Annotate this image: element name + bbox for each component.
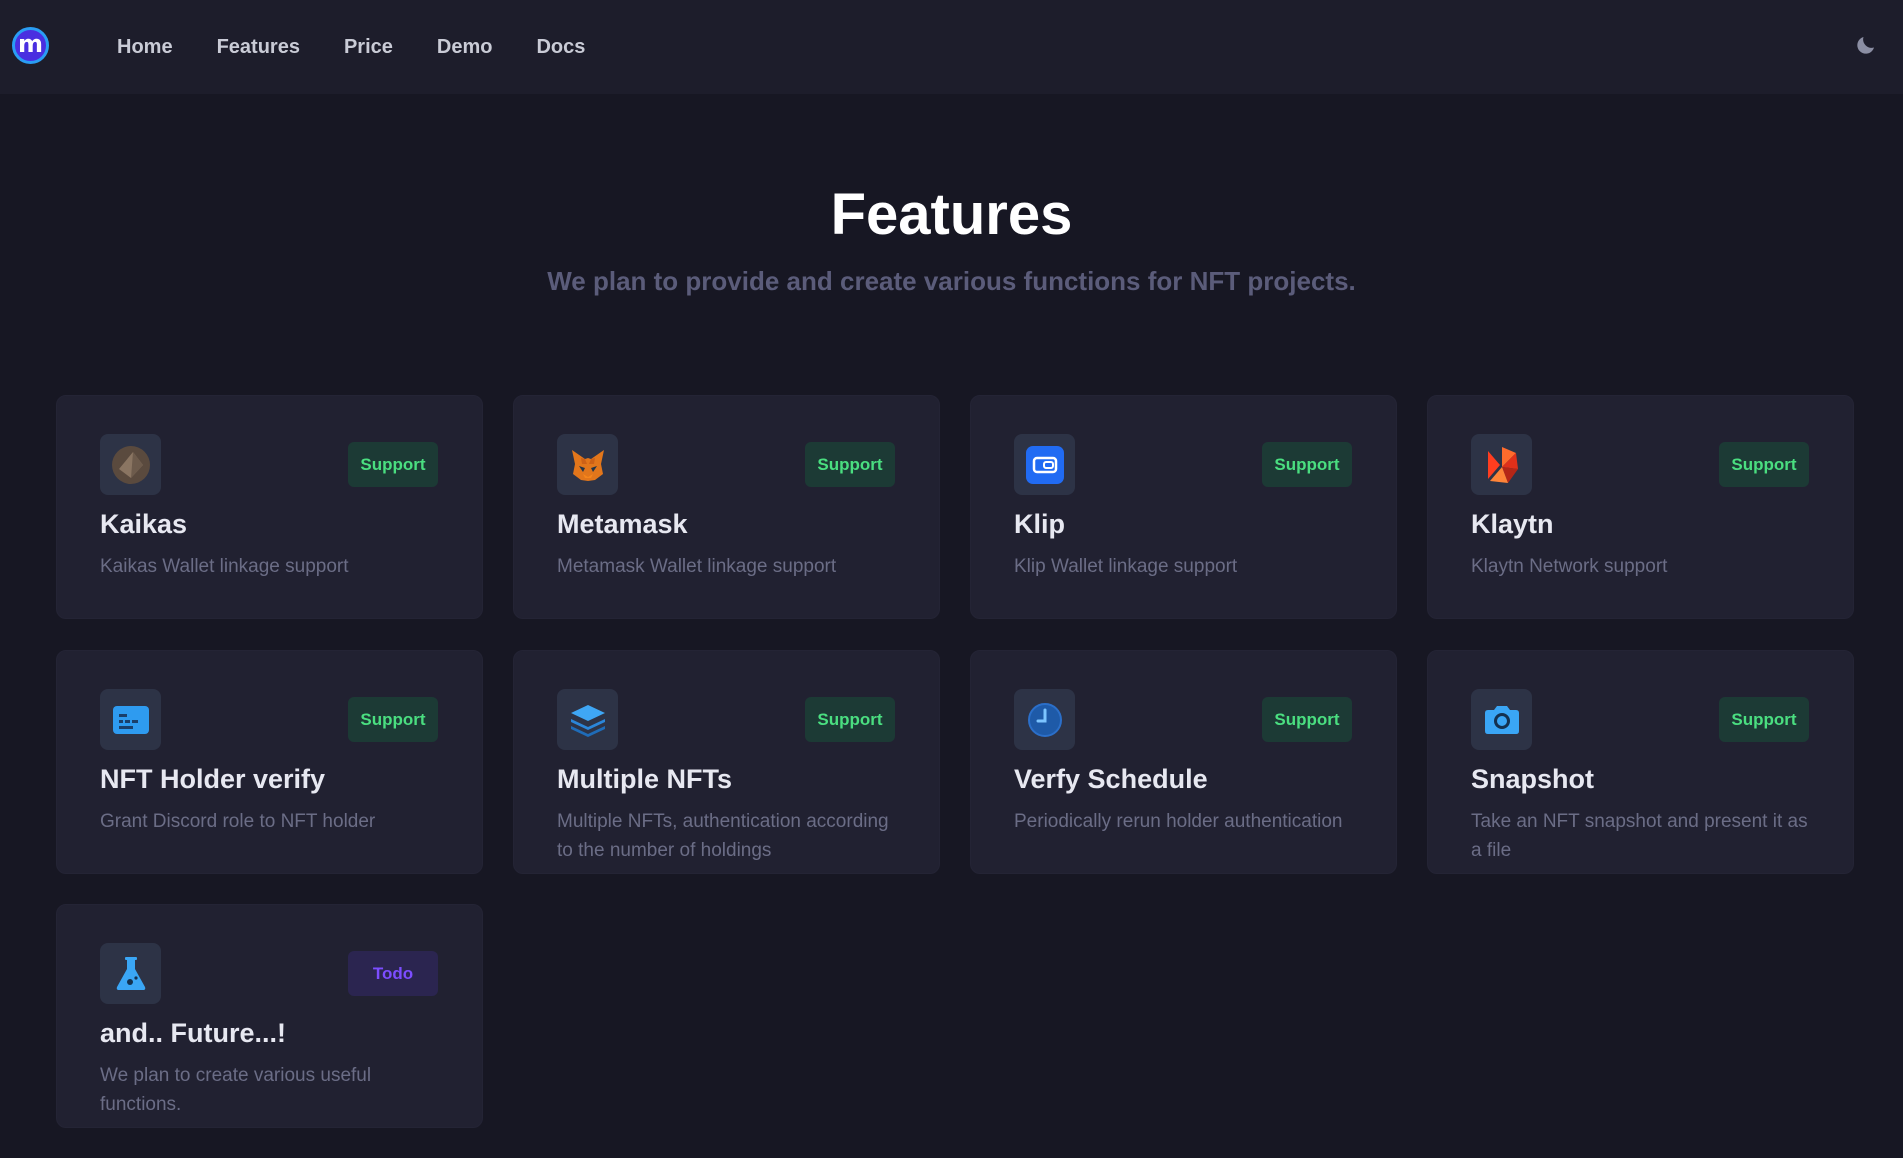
nav-link-features[interactable]: Features	[217, 36, 300, 59]
card-title: Multiple NFTs	[557, 764, 732, 794]
card-description: Grant Discord role to NFT holder	[100, 811, 376, 832]
card-icon-box	[1471, 434, 1532, 495]
card-description: Klip Wallet linkage support	[1014, 556, 1238, 577]
layers-icon	[570, 704, 605, 737]
page-title: Features	[830, 182, 1073, 247]
card-title: NFT Holder verify	[100, 764, 326, 794]
card-description: Take an NFT snapshot and present it as a…	[1471, 811, 1808, 861]
nav-link-price[interactable]: Price	[344, 36, 393, 59]
card-icon-box	[557, 689, 618, 750]
card-description: Kaikas Wallet linkage support	[100, 556, 349, 577]
flask-icon	[116, 956, 145, 990]
status-badge: Support	[1719, 442, 1809, 487]
card-description: Multiple NFTs, authentication according …	[557, 811, 889, 861]
card-icon-box	[100, 689, 161, 750]
navbar: m Home Features Price Demo Docs	[0, 0, 1903, 94]
card-icon-box	[1014, 689, 1075, 750]
feature-card-klip: Support Klip Klip Wallet linkage support	[970, 395, 1397, 619]
moon-icon	[1857, 37, 1874, 54]
card-description: Klaytn Network support	[1471, 556, 1668, 577]
card-title: and.. Future...!	[100, 1018, 286, 1048]
metamask-fox-icon	[571, 449, 604, 481]
card-description: Periodically rerun holder authentication	[1014, 811, 1343, 832]
card-icon-box	[1014, 434, 1075, 495]
status-badge: Support	[1719, 697, 1809, 742]
logo-letter: m	[17, 30, 43, 58]
feature-card-klaytn: Support Klaytn Klaytn Network support	[1427, 395, 1854, 619]
card-icon-box	[100, 943, 161, 1004]
card-title: Metamask	[557, 509, 688, 539]
card-icon-box	[100, 434, 161, 495]
card-title: Klaytn	[1471, 509, 1554, 539]
card-title: Klip	[1014, 509, 1065, 539]
card-icon-box	[1471, 689, 1532, 750]
id-card-icon	[112, 705, 149, 734]
feature-card-snapshot: Support Snapshot Take an NFT snapshot an…	[1427, 650, 1854, 874]
card-title: Snapshot	[1471, 764, 1595, 794]
clock-icon	[1027, 702, 1062, 737]
card-description: Metamask Wallet linkage support	[557, 556, 837, 577]
status-badge: Support	[1262, 697, 1352, 742]
feature-card-future: Todo and.. Future...! We plan to create …	[56, 904, 483, 1128]
status-badge: Support	[805, 442, 895, 487]
status-badge: Todo	[348, 951, 438, 996]
status-badge: Support	[348, 697, 438, 742]
klip-icon	[1025, 445, 1064, 484]
card-title: Verfy Schedule	[1014, 764, 1208, 794]
klaytn-icon	[1487, 446, 1518, 483]
feature-card-verfy-schedule: Support Verfy Schedule Periodically reru…	[970, 650, 1397, 874]
page-subtitle: We plan to provide and create various fu…	[547, 266, 1356, 296]
status-badge: Support	[805, 697, 895, 742]
status-badge: Support	[1262, 442, 1352, 487]
feature-card-metamask: Support Metamask Metamask Wallet linkage…	[513, 395, 940, 619]
nav-link-home[interactable]: Home	[117, 36, 173, 59]
feature-card-nft-holder-verify: Support NFT Holder verify Grant Discord …	[56, 650, 483, 874]
theme-toggle-button[interactable]	[1853, 32, 1879, 58]
card-title: Kaikas	[100, 509, 188, 539]
card-icon-box	[557, 434, 618, 495]
hero: Features We plan to provide and create v…	[0, 180, 1903, 297]
status-badge: Support	[348, 442, 438, 487]
nav-link-docs[interactable]: Docs	[536, 36, 585, 59]
card-description: We plan to create various useful functio…	[100, 1065, 372, 1115]
feature-card-multiple-nfts: Support Multiple NFTs Multiple NFTs, aut…	[513, 650, 940, 874]
nav-link-demo[interactable]: Demo	[437, 36, 493, 59]
camera-icon	[1484, 705, 1519, 734]
logo[interactable]: m	[12, 27, 49, 64]
nav-links: Home Features Price Demo Docs	[117, 0, 629, 94]
kaikas-icon	[111, 445, 150, 484]
feature-card-kaikas: Support Kaikas Kaikas Wallet linkage sup…	[56, 395, 483, 619]
